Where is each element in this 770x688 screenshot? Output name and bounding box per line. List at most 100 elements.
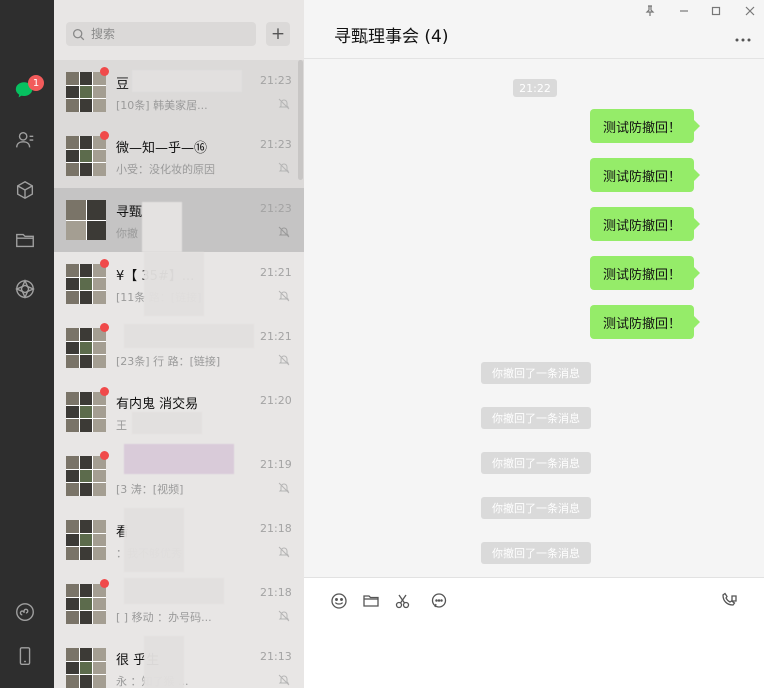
chat-preview: [23条] 行 路：[链接] bbox=[116, 355, 221, 368]
chat-item[interactable]: 21:19 [3 涛：[视频] bbox=[54, 444, 304, 508]
unread-dot bbox=[100, 323, 109, 332]
group-avatar bbox=[66, 264, 106, 304]
redaction bbox=[142, 202, 182, 252]
group-avatar bbox=[66, 584, 106, 624]
search-icon bbox=[72, 28, 85, 40]
chat-list: 豆 21:23 [10条] 韩美家居... 微—知—乎—⑯ 21:23 小受：没… bbox=[54, 60, 304, 688]
mute-bell-icon bbox=[278, 290, 290, 302]
chat-item[interactable]: 21:21 [23条] 行 路：[链接] bbox=[54, 316, 304, 380]
chat-item[interactable]: 有内鬼 消交易 21:20 王 bbox=[54, 380, 304, 444]
pin-icon[interactable] bbox=[643, 4, 657, 18]
sent-message-bubble[interactable]: 测试防撤回！ bbox=[590, 109, 700, 143]
chat-preview: [3 涛：[视频] bbox=[116, 483, 184, 496]
chat-item[interactable]: ¥【 35#】... 21:21 [11条 路：[链接] bbox=[54, 252, 304, 316]
mute-bell-icon bbox=[278, 482, 290, 494]
redaction bbox=[124, 508, 184, 572]
chat-item[interactable]: 很 乎生 21:13 永 ：知了猴 ... bbox=[54, 636, 304, 688]
miniprogram-icon[interactable] bbox=[13, 600, 37, 624]
recalled-message-notice: 你撤回了一条消息 bbox=[481, 362, 591, 384]
group-avatar bbox=[66, 648, 106, 688]
chat-item-active[interactable]: 寻甄 21:23 你撤 bbox=[54, 188, 304, 252]
redaction bbox=[132, 412, 202, 434]
sent-message-bubble[interactable]: 测试防撤回！ bbox=[590, 207, 700, 241]
sent-message-bubble[interactable]: 测试防撤回！ bbox=[590, 158, 700, 192]
mute-bell-icon bbox=[278, 546, 290, 558]
chat-name: 微—知—乎—⑯ bbox=[116, 141, 208, 156]
chat-preview: 小受：没化妆的原因 bbox=[116, 163, 215, 176]
maximize-icon[interactable] bbox=[709, 4, 723, 18]
contacts-icon[interactable] bbox=[13, 128, 37, 152]
group-avatar bbox=[66, 392, 106, 432]
favorites-icon[interactable] bbox=[13, 178, 37, 202]
moments-icon[interactable] bbox=[13, 277, 37, 301]
search-input[interactable] bbox=[91, 27, 241, 41]
chat-window: 寻甄理事会 (4) 21:22 测试防撤回！ 测试防撤回！ 测试防撤回！ 测试防… bbox=[304, 0, 770, 688]
recalled-message-notice: 你撤回了一条消息 bbox=[481, 542, 591, 564]
chat-preview: 你撤 bbox=[116, 227, 138, 240]
chat-list-scrollbar[interactable] bbox=[298, 60, 303, 180]
group-avatar bbox=[66, 456, 106, 496]
chat-time: 21:13 bbox=[260, 650, 292, 663]
group-avatar bbox=[66, 200, 106, 240]
chat-time: 21:23 bbox=[260, 202, 292, 215]
chat-time: 21:18 bbox=[260, 522, 292, 535]
header-divider bbox=[304, 58, 770, 59]
recalled-message-notice: 你撤回了一条消息 bbox=[481, 497, 591, 519]
redaction bbox=[144, 252, 204, 316]
sent-message-bubble[interactable]: 测试防撤回！ bbox=[590, 256, 700, 290]
chat-preview: [ ] 移动 ：办号码... bbox=[116, 611, 212, 624]
chat-item[interactable]: 豆 21:23 [10条] 韩美家居... bbox=[54, 60, 304, 124]
files-icon[interactable] bbox=[13, 228, 37, 252]
window-edge bbox=[764, 0, 770, 688]
minimize-icon[interactable] bbox=[677, 4, 691, 18]
chat-time: 21:23 bbox=[260, 138, 292, 151]
mute-bell-icon bbox=[278, 610, 290, 622]
search-box[interactable] bbox=[66, 22, 256, 46]
redaction bbox=[124, 578, 224, 604]
chat-time: 21:23 bbox=[260, 74, 292, 87]
group-avatar bbox=[66, 328, 106, 368]
unread-dot bbox=[100, 579, 109, 588]
sent-message-bubble[interactable]: 测试防撤回！ bbox=[590, 305, 700, 339]
redaction bbox=[144, 636, 184, 688]
scissors-icon[interactable] bbox=[394, 592, 414, 612]
chat-bubble-icon[interactable] bbox=[430, 592, 450, 612]
message-input-area[interactable] bbox=[304, 577, 770, 688]
more-options-icon[interactable] bbox=[734, 32, 754, 44]
group-avatar bbox=[66, 72, 106, 112]
navigation-rail: 1 bbox=[0, 0, 54, 688]
chat-time: 21:19 bbox=[260, 458, 292, 471]
recalled-message-notice: 你撤回了一条消息 bbox=[481, 407, 591, 429]
emoji-icon[interactable] bbox=[330, 592, 350, 612]
chat-name: 很 乎生 bbox=[116, 653, 160, 668]
folder-icon[interactable] bbox=[362, 592, 382, 612]
chat-item[interactable]: 看 21:18 ：我不够优秀 bbox=[54, 508, 304, 572]
recalled-message-notice: 你撤回了一条消息 bbox=[481, 452, 591, 474]
add-chat-button[interactable]: + bbox=[266, 22, 290, 46]
redaction bbox=[132, 70, 242, 92]
redaction bbox=[124, 444, 234, 474]
chat-item[interactable]: 21:18 [ ] 移动 ：办号码... bbox=[54, 572, 304, 636]
unread-dot bbox=[100, 387, 109, 396]
close-icon[interactable] bbox=[743, 4, 757, 18]
mute-bell-icon bbox=[278, 162, 290, 174]
mute-bell-icon bbox=[278, 98, 290, 110]
redaction bbox=[124, 324, 254, 348]
mute-bell-icon bbox=[278, 354, 290, 366]
chat-list-panel: + 豆 21:23 [10条] 韩美家居... 微—知—乎—⑯ 21:23 小受… bbox=[54, 0, 304, 688]
time-divider: 21:22 bbox=[513, 79, 557, 97]
chat-title: 寻甄理事会 (4) bbox=[334, 27, 449, 47]
chat-item[interactable]: 微—知—乎—⑯ 21:23 小受：没化妆的原因 bbox=[54, 124, 304, 188]
chat-time: 21:20 bbox=[260, 394, 292, 407]
mute-bell-icon bbox=[278, 674, 290, 686]
chat-name: 有内鬼 消交易 bbox=[116, 397, 199, 412]
group-avatar bbox=[66, 520, 106, 560]
chat-time: 21:18 bbox=[260, 586, 292, 599]
unread-count-badge: 1 bbox=[28, 75, 44, 91]
chat-preview: [10条] 韩美家居... bbox=[116, 99, 208, 112]
video-call-icon[interactable] bbox=[720, 592, 740, 612]
unread-dot bbox=[100, 259, 109, 268]
unread-dot bbox=[100, 131, 109, 140]
phone-icon[interactable] bbox=[13, 644, 37, 668]
unread-dot bbox=[100, 67, 109, 76]
